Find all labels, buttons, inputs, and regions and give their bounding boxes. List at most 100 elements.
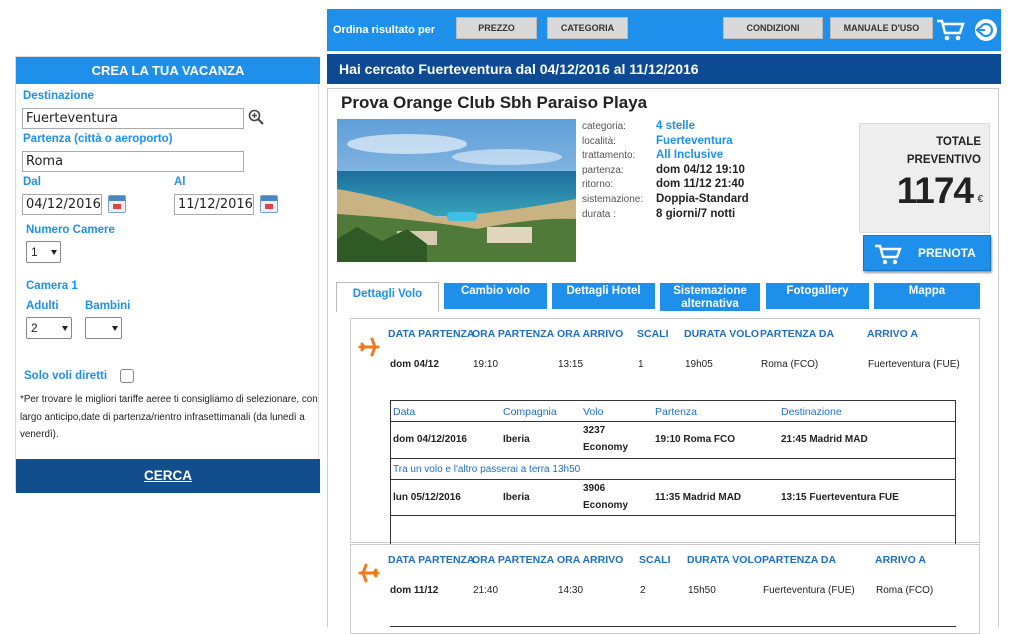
- legs-header-cell: Destinazione: [781, 406, 842, 418]
- manuale-button[interactable]: MANUALE D'USO: [830, 17, 933, 39]
- ora-arrivo-cell: 14:30: [558, 585, 584, 596]
- row-divider: [391, 458, 955, 459]
- data-partenza-header: DATA PARTENZA: [388, 328, 475, 340]
- partenza-da-cell: Roma (FCO): [761, 359, 819, 370]
- outbound-flight-box: DATA PARTENZA ORA PARTENZA ORA ARRIVO SCALI…: [350, 318, 980, 545]
- tab-dettagli-hotel[interactable]: Dettagli Hotel: [552, 283, 655, 309]
- calendar-icon[interactable]: [260, 195, 278, 213]
- info-key: durata :: [582, 208, 616, 220]
- info-value: 4 stelle: [656, 120, 695, 132]
- leg-airline: Iberia: [503, 434, 530, 445]
- al-label: Al: [174, 176, 186, 188]
- leg-destination: 21:45 Madrid MAD: [781, 434, 868, 445]
- ora-arrivo-header: ORA ARRIVO: [557, 554, 624, 566]
- leg-class: Economy: [583, 442, 629, 453]
- tab-cambio-volo[interactable]: Cambio volo: [444, 283, 547, 309]
- partenza-da-header: PARTENZA DA: [762, 554, 837, 566]
- sort-prezzo-button[interactable]: PREZZO: [456, 17, 537, 39]
- info-value: Fuerteventura: [656, 134, 733, 147]
- leg-departure: 19:10 Roma FCO: [655, 434, 736, 445]
- ora-arrivo-cell: 13:15: [558, 359, 584, 370]
- calendar-icon[interactable]: [108, 195, 126, 213]
- totale-label: TOTALE: [936, 136, 981, 148]
- scali-header: SCALI: [639, 554, 671, 566]
- dal-label: Dal: [23, 176, 41, 188]
- leg-date: lun 05/12/2016: [393, 492, 461, 503]
- tab-label: Sistemazione: [673, 285, 747, 297]
- partenza-da-cell: Fuerteventura (FUE): [763, 585, 855, 596]
- hotel-result-card: Prova Orange Club Sbh Paraiso Playa cate…: [327, 88, 999, 634]
- info-key: trattamento:: [582, 150, 636, 162]
- row-divider: [391, 479, 955, 480]
- ora-partenza-header: ORA PARTENZA: [472, 554, 555, 566]
- legs-header-cell: Compagnia: [503, 406, 557, 418]
- total-price: 1174: [896, 170, 974, 211]
- adulti-label: Adulti: [26, 300, 59, 312]
- chevron-down-icon: [62, 326, 68, 331]
- zoom-in-icon[interactable]: [248, 109, 264, 125]
- durata-volo-cell: 15h50: [688, 585, 716, 596]
- legs-header-cell: Partenza: [655, 406, 698, 418]
- scali-header: SCALI: [637, 328, 669, 340]
- sort-toolbar: Ordina risultato per PREZZO CATEGORIA CO…: [327, 9, 1001, 51]
- data-partenza-header: DATA PARTENZA: [388, 554, 475, 566]
- total-price-box: TOTALE PREVENTIVO 1174 €: [859, 123, 990, 233]
- search-panel: CREA LA TUA VACANZA Destinazione Fuertev…: [15, 56, 320, 493]
- info-value: All Inclusive: [656, 149, 724, 162]
- info-key: categoria:: [582, 121, 626, 132]
- info-value: dom 04/12 19:10: [656, 163, 745, 176]
- layover-info: Tra un volo e l'altro passerai a terra 1…: [393, 464, 581, 475]
- search-summary: Hai cercato Fuerteventura dal 04/12/2016…: [327, 54, 1001, 84]
- row-divider: [391, 515, 955, 516]
- condizioni-button[interactable]: CONDIZIONI: [723, 17, 823, 39]
- solo-voli-checkbox[interactable]: [120, 369, 134, 383]
- hotel-name: Prova Orange Club Sbh Paraiso Playa: [341, 93, 648, 112]
- solo-voli-label: Solo voli diretti: [24, 370, 108, 382]
- tab-mappa[interactable]: Mappa: [874, 283, 980, 309]
- prenota-label: PRENOTA: [918, 246, 976, 260]
- legs-header-cell: Volo: [583, 406, 604, 418]
- arrivo-a-header: ARRIVO A: [867, 328, 918, 340]
- hotel-photo[interactable]: [337, 119, 576, 262]
- leg-flight-number: 3906: [583, 483, 606, 494]
- tab-dettagli-volo[interactable]: Dettagli Volo: [336, 282, 439, 312]
- tab-fotogallery[interactable]: Fotogallery: [766, 283, 869, 309]
- prenota-button[interactable]: PRENOTA: [863, 235, 991, 271]
- ora-partenza-cell: 21:40: [473, 585, 499, 596]
- dal-date-input[interactable]: 04/12/2016: [22, 194, 102, 215]
- partenza-input[interactable]: Roma: [22, 151, 244, 172]
- leg-class: Economy: [583, 500, 629, 511]
- cart-icon[interactable]: [936, 18, 966, 42]
- info-value: Doppia-Standard: [656, 193, 749, 205]
- partenza-da-header: PARTENZA DA: [760, 328, 835, 340]
- durata-volo-cell: 19h05: [685, 359, 713, 370]
- chevron-down-icon: [51, 250, 57, 255]
- durata-volo-header: DURATA VOLO: [687, 554, 763, 566]
- bambini-select[interactable]: [85, 317, 122, 339]
- leg-departure: 11:35 Madrid MAD: [655, 492, 742, 503]
- destinazione-label: Destinazione: [23, 90, 94, 102]
- return-flight-box: DATA PARTENZA ORA PARTENZA ORA ARRIVO SCALI…: [350, 544, 980, 634]
- camere-label: Numero Camere: [26, 224, 115, 236]
- al-date-input[interactable]: 11/12/2016: [174, 194, 254, 215]
- tab-sistemazione-alternativa[interactable]: Sistemazione alternativa: [660, 283, 760, 311]
- preventivo-label: PREVENTIVO: [906, 154, 981, 166]
- adulti-select[interactable]: 2: [26, 317, 72, 339]
- camere-value: 1: [31, 245, 38, 259]
- chevron-down-icon: [112, 326, 118, 331]
- camera1-label: Camera 1: [26, 280, 78, 292]
- data-partenza-cell: dom 04/12: [390, 359, 439, 370]
- sort-categoria-button[interactable]: CATEGORIA: [547, 17, 628, 39]
- airplane-icon: [358, 337, 380, 357]
- info-key: partenza:: [582, 164, 624, 176]
- logout-icon[interactable]: [974, 18, 998, 42]
- info-key: sistemazione:: [582, 194, 644, 205]
- destinazione-input[interactable]: Fuerteventura: [22, 108, 244, 129]
- arrivo-a-cell: Roma (FCO): [876, 585, 934, 596]
- panel-title: CREA LA TUA VACANZA: [16, 57, 320, 84]
- ora-partenza-cell: 19:10: [473, 359, 499, 370]
- ora-arrivo-header: ORA ARRIVO: [557, 328, 624, 340]
- cerca-button[interactable]: CERCA: [16, 459, 320, 493]
- camere-select[interactable]: 1: [26, 241, 61, 263]
- leg-airline: Iberia: [503, 492, 530, 503]
